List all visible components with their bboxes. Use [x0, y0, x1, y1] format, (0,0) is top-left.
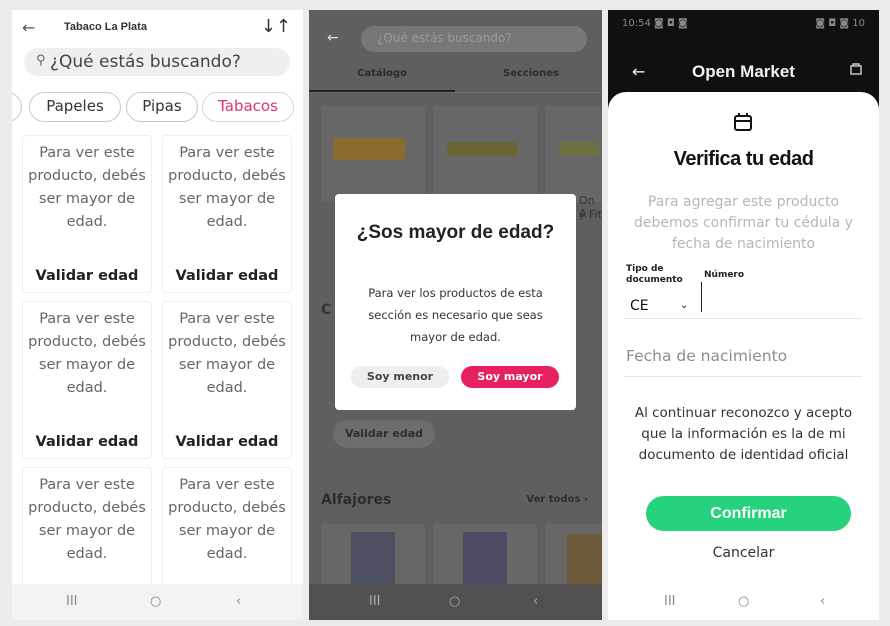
age-message: Para ver este producto, debés ser mayor …: [168, 477, 286, 562]
under-age-button[interactable]: Soy menor: [351, 366, 449, 388]
search-placeholder: ¿Qué estás buscando?: [50, 52, 241, 72]
back-icon[interactable]: ‹: [236, 594, 241, 609]
chip-partial[interactable]: [12, 92, 22, 122]
chip-tabacos[interactable]: Tabacos: [202, 92, 294, 122]
status-bar-left: 10:54 ◙ ◘ ◙: [622, 18, 688, 29]
product-card[interactable]: [545, 106, 602, 202]
store-title: Tabaco La Plata: [64, 21, 147, 33]
app-title: Open Market: [692, 62, 795, 81]
chip-pipas[interactable]: Pipas: [126, 92, 198, 122]
number-input[interactable]: [701, 282, 702, 312]
dialog-title: ¿Sos mayor de edad?: [356, 222, 555, 243]
product-card[interactable]: Para ver este producto, debés ser mayor …: [22, 301, 152, 459]
catalog-screen: ← Tabaco La Plata ↓↑ ⚲ ¿Qué estás buscan…: [12, 10, 303, 620]
back-arrow-icon[interactable]: ←: [22, 18, 35, 37]
section-title-partial: C: [321, 302, 332, 318]
divider: [309, 92, 602, 93]
home-icon[interactable]: ○: [738, 594, 749, 609]
product-image: [559, 142, 599, 156]
product-card[interactable]: Para ver este producto, debés ser mayor …: [162, 301, 292, 459]
birthdate-field[interactable]: Fecha de nacimiento: [626, 347, 787, 365]
back-icon[interactable]: ‹: [533, 594, 538, 609]
search-placeholder: ¿Qué estás buscando?: [377, 31, 512, 45]
recent-apps-icon[interactable]: III: [664, 594, 676, 609]
system-nav-bar: III ○ ‹: [608, 584, 879, 620]
back-arrow-icon[interactable]: ←: [327, 30, 339, 46]
doc-type-label: Tipo de documento: [626, 264, 683, 285]
number-label: Número: [704, 270, 745, 280]
home-icon[interactable]: ○: [449, 594, 460, 609]
category-chips: Papeles Pipas Tabacos: [12, 92, 303, 124]
calendar-icon: [734, 113, 752, 131]
product-card[interactable]: [433, 106, 537, 202]
product-image: [447, 142, 517, 156]
age-message: Para ver este producto, debés ser mayor …: [28, 145, 146, 230]
doc-type-select[interactable]: CE: [630, 298, 649, 314]
divider: [624, 318, 862, 319]
home-icon[interactable]: ○: [150, 594, 161, 609]
system-nav-bar: III ○ ‹: [309, 584, 602, 620]
cancel-button[interactable]: Cancelar: [608, 545, 879, 561]
chip-papeles[interactable]: Papeles: [29, 92, 121, 122]
back-icon[interactable]: ‹: [820, 594, 825, 609]
verify-age-screen: 10:54 ◙ ◘ ◙ ◙ ◘ ◙ 10 ← Open Market Verif…: [608, 10, 879, 620]
age-modal-screen: ← ¿Qué estás buscando? Catálogo Seccione…: [309, 10, 602, 620]
product-image: [333, 138, 405, 160]
validate-age-link[interactable]: Validar edad: [23, 268, 151, 284]
product-card[interactable]: [321, 106, 425, 202]
of-age-button[interactable]: Soy mayor: [461, 366, 559, 388]
cart-icon[interactable]: [849, 62, 863, 80]
product-card[interactable]: Para ver este producto, debés ser mayor …: [22, 135, 152, 293]
search-input[interactable]: ⚲ ¿Qué estás buscando?: [24, 48, 290, 76]
verify-subtitle: Para agregar este producto debemos confi…: [634, 194, 853, 252]
header: ← Tabaco La Plata ↓↑: [12, 10, 303, 50]
confirm-button[interactable]: Confirmar: [646, 496, 851, 531]
age-message: Para ver este producto, debés ser mayor …: [28, 477, 146, 562]
verification-sheet: Verifica tu edad Para agregar este produ…: [608, 92, 879, 620]
age-message: Para ver este producto, debés ser mayor …: [168, 311, 286, 396]
product-name-partial: y Fit: [579, 208, 602, 221]
legal-notice: Al continuar reconozco y acepto que la i…: [634, 405, 853, 463]
search-input[interactable]: ¿Qué estás buscando?: [361, 26, 587, 52]
product-image: [463, 532, 507, 588]
product-card[interactable]: Para ver este producto, debés ser mayor …: [162, 135, 292, 293]
validate-age-link[interactable]: Validar edad: [163, 434, 291, 450]
search-icon: ⚲: [36, 53, 46, 68]
validate-age-link[interactable]: Validar edad: [23, 434, 151, 450]
product-image: [351, 532, 395, 588]
divider: [624, 376, 862, 377]
age-message: Para ver este producto, debés ser mayor …: [28, 311, 146, 396]
see-all-link[interactable]: Ver todos ›: [526, 494, 588, 505]
sort-icon[interactable]: ↓↑: [261, 16, 291, 37]
section-title: Alfajores: [321, 492, 392, 508]
system-nav-bar: III ○ ‹: [12, 584, 303, 620]
tab-secciones[interactable]: Secciones: [503, 68, 559, 79]
status-bar-right: ◙ ◘ ◙ 10: [815, 18, 865, 29]
tab-catalogo[interactable]: Catálogo: [357, 68, 407, 79]
product-image: [567, 534, 602, 584]
chevron-down-icon[interactable]: ⌄: [680, 300, 688, 311]
dialog-body: Para ver los productos de esta sección e…: [368, 286, 543, 344]
age-confirm-dialog: ¿Sos mayor de edad? Para ver los product…: [335, 194, 576, 410]
recent-apps-icon[interactable]: III: [369, 594, 381, 609]
age-message: Para ver este producto, debés ser mayor …: [168, 145, 286, 230]
validate-age-button[interactable]: Validar edad: [333, 420, 435, 448]
verify-title: Verifica tu edad: [673, 148, 814, 170]
validate-age-link[interactable]: Validar edad: [163, 268, 291, 284]
recent-apps-icon[interactable]: III: [66, 594, 78, 609]
